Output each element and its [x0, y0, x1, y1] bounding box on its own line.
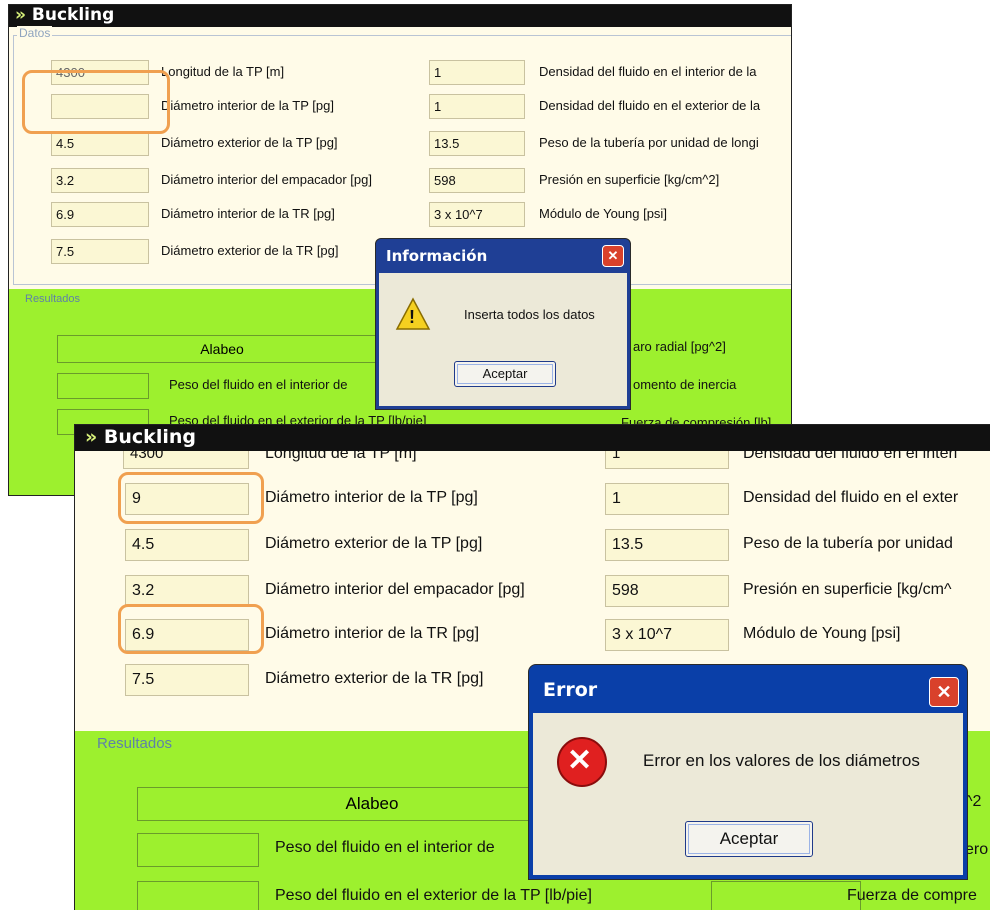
peso-fluido-interior-result-2: [137, 833, 259, 867]
window-2-titlebar-cover: » Buckling: [75, 425, 990, 451]
informacion-aceptar-button[interactable]: Aceptar: [454, 361, 556, 387]
diametro-interior-tp-label-2: Diámetro interior de la TP [pg]: [265, 489, 478, 506]
diametro-empacador-label: Diámetro interior del empacador [pg]: [161, 172, 372, 187]
datos-legend: Datos: [17, 26, 53, 40]
diametro-exterior-tp-field[interactable]: 4.5: [51, 131, 149, 156]
highlight-empty-field: [22, 70, 170, 134]
highlight-diametro-interior-tp: [118, 472, 264, 524]
peso-fluido-exterior-result-2: [137, 881, 259, 910]
error-dialog-title: Error: [543, 679, 598, 701]
informacion-dialog-title: Información: [386, 247, 488, 265]
informacion-close-button[interactable]: ✕: [602, 245, 624, 267]
error-close-button[interactable]: ✕: [929, 677, 959, 707]
diametro-exterior-tr-label-2: Diámetro exterior de la TR [pg]: [265, 670, 484, 687]
error-dialog-body: ✕ Error en los valores de los diámetros …: [533, 713, 963, 875]
modulo-young-field-2[interactable]: 3 x 10^7: [605, 619, 729, 651]
peso-fluido-exterior-label-2: Peso del fluido en el exterior de la TP …: [275, 887, 592, 904]
peso-fluido-interior-result: [57, 373, 149, 399]
highlight-diametro-interior-tr: [118, 604, 264, 654]
longitud-tp-label: Longitud de la TP [m]: [161, 64, 285, 79]
chevron-icon-3: »: [85, 426, 98, 448]
alabeo-label: Alabeo: [200, 341, 244, 357]
diametro-exterior-tp-label-2: Diámetro exterior de la TP [pg]: [265, 535, 483, 552]
presion-superficie-label-2: Presión en superficie [kg/cm^: [743, 581, 952, 598]
diametro-empacador-label-2: Diámetro interior del empacador [pg]: [265, 581, 525, 598]
diametro-interior-tr-label-2: Diámetro interior de la TR [pg]: [265, 625, 480, 642]
error-icon-glyph: ✕: [567, 744, 593, 777]
modulo-young-field[interactable]: 3 x 10^7: [429, 202, 525, 227]
fuerza-compresion-label-2: Fuerza de compre: [847, 887, 977, 904]
resultados-legend: Resultados: [25, 293, 81, 305]
peso-fluido-interior-label-2: Peso del fluido en el interior de: [275, 839, 495, 856]
diametro-exterior-tp-field-2[interactable]: 4.5: [125, 529, 249, 561]
alabeo-label-2: Alabeo: [345, 794, 399, 813]
informacion-dialog: Información ✕ ! Inserta todos los datos …: [375, 238, 631, 410]
diametro-exterior-tr-field-2[interactable]: 7.5: [125, 664, 249, 696]
densidad-interior-label: Densidad del fluido en el interior de la: [539, 64, 757, 79]
informacion-dialog-titlebar: Información: [376, 239, 630, 273]
error-aceptar-button[interactable]: Aceptar: [685, 821, 813, 857]
diametro-interior-tr-field[interactable]: 6.9: [51, 202, 149, 227]
diametro-empacador-field[interactable]: 3.2: [51, 168, 149, 193]
peso-tuberia-label-2: Peso de la tubería por unidad: [743, 535, 953, 552]
diametro-exterior-tp-label: Diámetro exterior de la TP [pg]: [161, 135, 338, 150]
modulo-young-label: Módulo de Young [psi]: [539, 206, 667, 221]
error-dialog-titlebar: Error: [529, 665, 967, 713]
error-message: Error en los valores de los diámetros: [643, 751, 920, 770]
presion-superficie-field-2[interactable]: 598: [605, 575, 729, 607]
close-icon-2: ✕: [936, 682, 952, 702]
area-radial-label: aro radial [pg^2]: [633, 339, 726, 354]
chevron-icon: »: [15, 5, 26, 25]
momento-inercia-label: omento de inercia: [633, 377, 737, 392]
informacion-message: Inserta todos los datos: [464, 307, 595, 322]
error-aceptar-label: Aceptar: [719, 829, 779, 848]
resultados-legend-2: Resultados: [97, 735, 173, 752]
densidad-exterior-field[interactable]: 1: [429, 94, 525, 119]
peso-tuberia-label: Peso de la tubería por unidad de longi: [539, 135, 759, 150]
peso-fluido-interior-label: Peso del fluido en el interior de: [169, 377, 348, 392]
densidad-interior-field[interactable]: 1: [429, 60, 525, 85]
momento-inercia-label-2: ero: [965, 841, 989, 858]
modulo-young-label-2: Módulo de Young [psi]: [743, 625, 901, 642]
informacion-aceptar-label: Aceptar: [482, 366, 528, 381]
diametro-exterior-tr-label: Diámetro exterior de la TR [pg]: [161, 243, 339, 258]
presion-superficie-label: Presión en superficie [kg/cm^2]: [539, 172, 720, 187]
diametro-interior-tr-label: Diámetro interior de la TR [pg]: [161, 206, 335, 221]
peso-tuberia-field-2[interactable]: 13.5: [605, 529, 729, 561]
densidad-exterior-label: Densidad del fluido en el exterior de la: [539, 98, 761, 113]
error-dialog: Error ✕ ✕ Error en los valores de los di…: [528, 664, 968, 880]
close-icon: ✕: [607, 248, 619, 263]
diametro-exterior-tr-field[interactable]: 7.5: [51, 239, 149, 264]
densidad-exterior-field-2[interactable]: 1: [605, 483, 729, 515]
window-1-title: Buckling: [31, 5, 115, 25]
peso-tuberia-field[interactable]: 13.5: [429, 131, 525, 156]
diametro-empacador-field-2[interactable]: 3.2: [125, 575, 249, 607]
informacion-dialog-body: ! Inserta todos los datos Aceptar: [379, 273, 627, 406]
densidad-exterior-label-2: Densidad del fluido en el exter: [743, 489, 959, 506]
warning-icon-glyph: !: [409, 307, 415, 327]
fuerza-compresion-result-2: [711, 881, 861, 910]
window-2-title-cover: Buckling: [103, 426, 196, 448]
window-1-titlebar: » Buckling: [9, 5, 791, 27]
presion-superficie-field[interactable]: 598: [429, 168, 525, 193]
alabeo-header: Alabeo: [57, 335, 387, 363]
diametro-interior-tp-label: Diámetro interior de la TP [pg]: [161, 98, 334, 113]
